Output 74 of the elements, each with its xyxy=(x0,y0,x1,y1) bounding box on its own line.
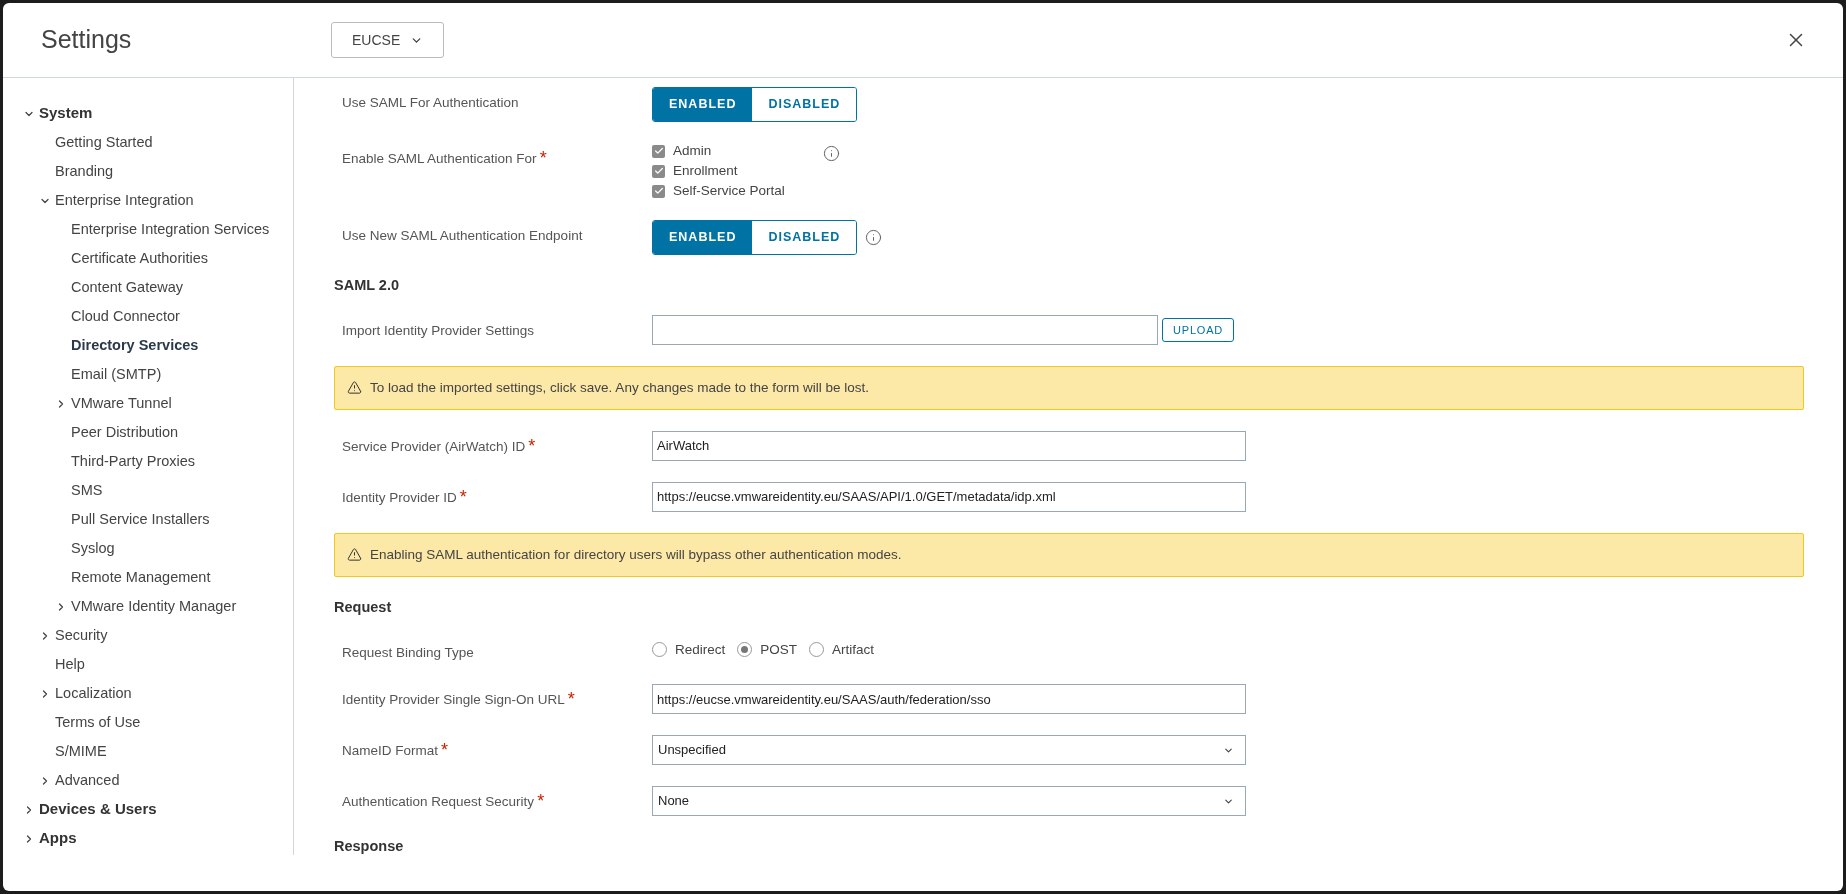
radio-button[interactable] xyxy=(737,642,753,658)
file-path-field[interactable] xyxy=(652,315,1158,345)
checkbox-label: Self-Service Portal xyxy=(673,181,785,200)
nav-item[interactable]: SMS xyxy=(71,479,103,502)
alert-text: To load the imported settings, click save. Any changes made to the form will be lost. xyxy=(370,378,869,397)
alert-text: Enabling SAML authentication for directory users will bypass other authentication modes. xyxy=(370,545,902,564)
field-label: Identity Provider Single Sign-On URL xyxy=(342,691,565,709)
nav-item[interactable]: Enterprise Integration Services xyxy=(71,218,270,241)
nav-item[interactable]: Email (SMTP) xyxy=(71,363,162,386)
nav-item[interactable]: Pull Service Installers xyxy=(71,508,210,531)
nav-item[interactable]: S/MIME xyxy=(55,740,107,763)
section-heading: Request xyxy=(334,597,393,616)
required-asterisk: * xyxy=(567,690,575,708)
text-field[interactable]: AirWatch xyxy=(652,430,1246,461)
nav-item[interactable]: Certificate Authorities xyxy=(71,247,208,270)
required-asterisk: * xyxy=(459,487,467,506)
required-asterisk: * xyxy=(537,792,545,810)
radio-label: Redirect xyxy=(675,640,726,659)
radio-label: Artifact xyxy=(832,640,875,659)
field-label: Authentication Request Security xyxy=(342,793,535,811)
nav-item[interactable]: Localization xyxy=(55,682,132,705)
nav-item[interactable]: Security xyxy=(55,624,108,647)
radio-button[interactable] xyxy=(809,642,825,658)
toggle-option[interactable]: ENABLED xyxy=(653,221,753,254)
radio-label: POST xyxy=(760,640,798,659)
dialog-title: Settings xyxy=(41,24,133,56)
field-label: Service Provider (AirWatch) ID xyxy=(342,437,526,456)
section-heading: Response xyxy=(334,837,405,855)
select-dropdown[interactable]: Unspecified xyxy=(652,735,1246,765)
nav-item[interactable]: Syslog xyxy=(71,537,115,560)
nav-item[interactable]: Cloud Connector xyxy=(71,305,180,328)
info-icon[interactable] xyxy=(822,145,840,162)
required-asterisk: * xyxy=(539,149,547,167)
nav-item[interactable]: Peer Distribution xyxy=(71,421,179,444)
toggle-option[interactable]: ENABLED xyxy=(653,88,753,121)
checkbox[interactable] xyxy=(652,164,665,178)
radio-button[interactable] xyxy=(652,642,667,658)
required-asterisk: * xyxy=(528,436,536,455)
upload-button[interactable]: UPLOAD xyxy=(1162,318,1235,342)
nav-item[interactable]: Branding xyxy=(55,160,114,183)
nav-item[interactable]: Terms of Use xyxy=(55,711,141,734)
text-field[interactable]: https://eucse.vmwareidentity.eu/SAAS/API/1.0/GET/metadata/idp.xml xyxy=(652,481,1246,512)
checkbox[interactable] xyxy=(652,144,665,158)
warning-icon xyxy=(347,380,362,396)
nav-item[interactable]: Content Gateway xyxy=(71,276,184,299)
nav-item[interactable]: Getting Started xyxy=(55,131,153,154)
info-icon[interactable] xyxy=(865,229,883,246)
nav-item[interactable]: Advanced xyxy=(55,769,120,792)
nav-item[interactable]: Enterprise Integration xyxy=(55,189,194,212)
nav-item[interactable]: System xyxy=(39,102,93,125)
field-label: Use New SAML Authentication Endpoint xyxy=(342,227,583,245)
nav-item[interactable]: Third-Party Proxies xyxy=(71,450,196,473)
nav-item[interactable]: Directory Services xyxy=(71,334,199,357)
nav-item[interactable]: Apps xyxy=(39,827,77,850)
nav-item[interactable]: VMware Identity Manager xyxy=(71,595,237,618)
nav-item[interactable]: Devices & Users xyxy=(39,798,157,821)
field-label: NameID Format xyxy=(342,742,439,760)
field-label: Enable SAML Authentication For xyxy=(342,150,537,168)
nav-item[interactable]: VMware Tunnel xyxy=(71,392,172,415)
section-heading: SAML 2.0 xyxy=(334,276,400,294)
text-field[interactable]: https://eucse.vmwareidentity.eu/SAAS/auth/federation/sso xyxy=(652,684,1246,714)
nav-item[interactable]: Remote Management xyxy=(71,566,211,589)
field-label: Import Identity Provider Settings xyxy=(342,322,535,340)
field-label: Request Binding Type xyxy=(342,643,474,662)
org-dropdown[interactable]: EUCSE xyxy=(331,22,445,58)
select-dropdown[interactable]: None xyxy=(652,786,1246,816)
checkbox-label: Admin xyxy=(673,141,712,160)
warning-icon xyxy=(347,547,362,563)
nav-item[interactable]: Help xyxy=(55,653,85,676)
field-label: Identity Provider ID xyxy=(342,488,457,507)
checkbox-label: Enrollment xyxy=(673,161,738,180)
checkbox[interactable] xyxy=(652,184,665,198)
required-asterisk: * xyxy=(441,741,449,759)
field-label: Use SAML For Authentication xyxy=(342,94,519,112)
